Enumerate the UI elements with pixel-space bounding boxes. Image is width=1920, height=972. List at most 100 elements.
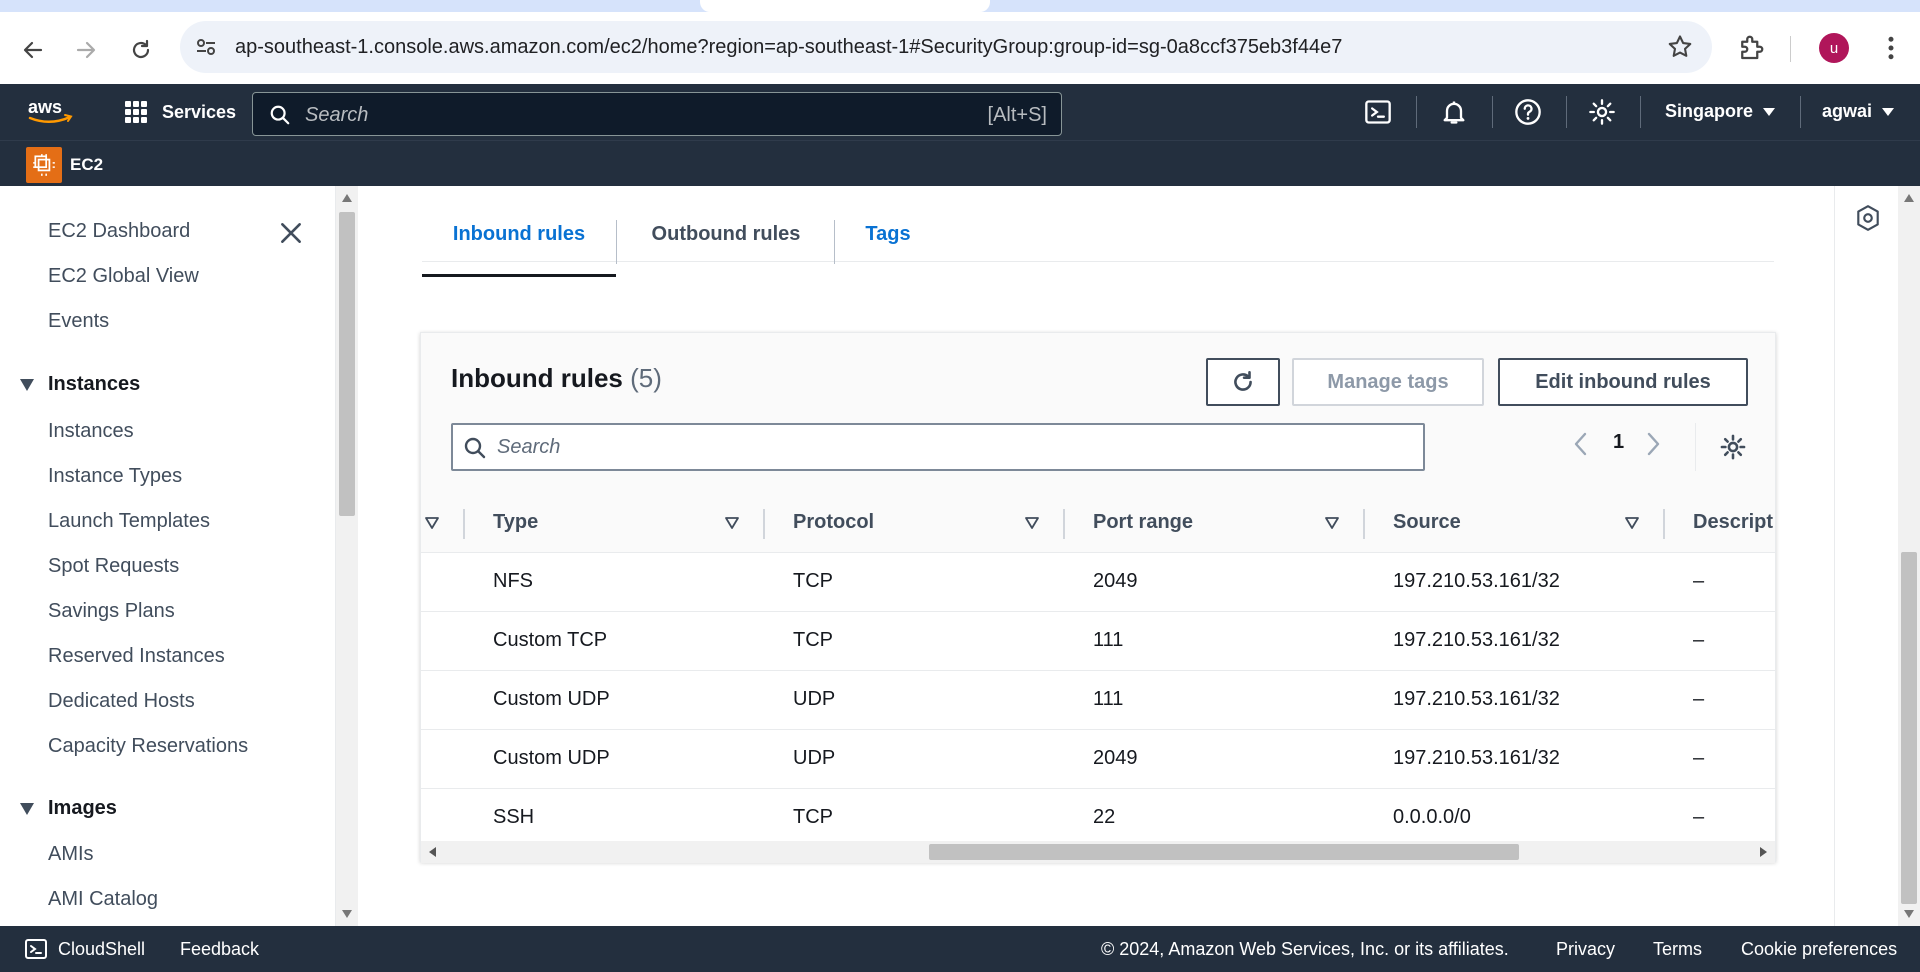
sidebar-item-instance-types[interactable]: Instance Types [48, 465, 182, 488]
sidebar-section-instances[interactable]: Instances [20, 373, 140, 396]
column-divider[interactable] [1063, 509, 1065, 539]
region-selector[interactable]: Singapore [1665, 101, 1776, 122]
column-header-description[interactable]: Descript [1693, 511, 1773, 534]
sort-icon[interactable] [424, 516, 440, 530]
extensions-icon[interactable] [1736, 33, 1766, 63]
sidebar-item-events[interactable]: Events [48, 310, 109, 333]
ec2-service-icon[interactable] [26, 147, 62, 183]
cell-protocol: UDP [793, 688, 836, 710]
sidebar-scrollbar[interactable] [336, 186, 358, 926]
column-divider[interactable] [1363, 509, 1365, 539]
privacy-link[interactable]: Privacy [1556, 939, 1615, 960]
table-row[interactable]: Custom UDP UDP 2049 197.210.53.161/32 – [421, 730, 1775, 789]
scroll-down-arrow[interactable] [342, 910, 352, 918]
scroll-down-arrow[interactable] [1904, 910, 1914, 918]
notifications-bell-icon[interactable] [1440, 98, 1468, 126]
tab-divider [834, 220, 835, 264]
cloudshell-button[interactable]: CloudShell [24, 937, 145, 961]
browser-menu-icon[interactable] [1876, 32, 1906, 64]
column-divider[interactable] [1663, 509, 1665, 539]
sort-icon[interactable] [1324, 516, 1340, 530]
site-settings-icon[interactable] [194, 35, 218, 59]
manage-tags-button[interactable]: Manage tags [1292, 358, 1484, 406]
sidebar-section-images[interactable]: Images [20, 797, 117, 820]
refresh-button[interactable] [1206, 358, 1280, 406]
sidebar-item-amis[interactable]: AMIs [48, 843, 94, 866]
sidebar-item-reserved-instances[interactable]: Reserved Instances [48, 645, 225, 668]
cookie-preferences-link[interactable]: Cookie preferences [1741, 939, 1897, 960]
scroll-up-arrow[interactable] [1904, 194, 1914, 202]
edit-inbound-rules-button[interactable]: Edit inbound rules [1498, 358, 1748, 406]
scroll-left-arrow[interactable] [429, 847, 436, 857]
rules-search-field[interactable] [451, 423, 1425, 471]
sidebar-item-launch-templates[interactable]: Launch Templates [48, 510, 210, 533]
table-row[interactable]: SSH TCP 22 0.0.0.0/0 – [421, 789, 1775, 841]
browser-active-tab[interactable] [700, 0, 990, 12]
arrow-left-icon [23, 41, 43, 59]
bookmark-star-icon[interactable] [1666, 33, 1694, 61]
sort-icon[interactable] [1024, 516, 1040, 530]
sidebar-item-dedicated-hosts[interactable]: Dedicated Hosts [48, 690, 195, 713]
column-divider[interactable] [463, 509, 465, 539]
service-bar: EC2 [0, 140, 1920, 186]
preferences-gear-icon[interactable] [1719, 433, 1747, 461]
rules-search-input[interactable] [497, 433, 1397, 461]
sidebar-item-spot-requests[interactable]: Spot Requests [48, 555, 179, 578]
info-panel-icon[interactable] [1855, 204, 1881, 232]
column-header-type[interactable]: Type [493, 511, 538, 534]
services-menu[interactable]: Services [124, 100, 236, 124]
tab-tags[interactable]: Tags [836, 206, 940, 262]
main-content: Inbound rules Outbound rules Tags Inboun… [358, 186, 1834, 926]
sort-icon[interactable] [1624, 516, 1640, 530]
sidebar-item-instances[interactable]: Instances [48, 420, 134, 443]
cell-protocol: UDP [793, 747, 836, 769]
page-scroll-thumb[interactable] [1901, 552, 1917, 904]
column-header-protocol[interactable]: Protocol [793, 511, 874, 534]
tab-inbound-rules[interactable]: Inbound rules [422, 206, 616, 262]
page-scrollbar[interactable] [1898, 186, 1920, 926]
column-divider[interactable] [763, 509, 765, 539]
sort-icon[interactable] [724, 516, 740, 530]
table-row[interactable]: Custom TCP TCP 111 197.210.53.161/32 – [421, 612, 1775, 671]
sidebar-item-ec2-dashboard[interactable]: EC2 Dashboard [48, 220, 190, 243]
scroll-up-arrow[interactable] [342, 194, 352, 202]
header-divider [1416, 96, 1417, 128]
search-shortcut: [Alt+S] [987, 104, 1047, 126]
terms-link[interactable]: Terms [1653, 939, 1702, 960]
cloudshell-icon[interactable] [1364, 98, 1392, 126]
service-name[interactable]: EC2 [70, 155, 103, 175]
table-scroll-thumb[interactable] [929, 844, 1519, 860]
close-icon[interactable] [278, 220, 304, 246]
url-text[interactable]: ap-southeast-1.console.aws.amazon.com/ec… [235, 36, 1342, 59]
feedback-link[interactable]: Feedback [180, 939, 259, 960]
sidebar-item-ami-catalog[interactable]: AMI Catalog [48, 888, 158, 911]
copyright-text: © 2024, Amazon Web Services, Inc. or its… [1101, 939, 1509, 959]
help-icon[interactable] [1514, 98, 1542, 126]
table-row[interactable]: NFS TCP 2049 197.210.53.161/32 – [421, 553, 1775, 612]
tab-outbound-rules[interactable]: Outbound rules [618, 206, 834, 262]
scroll-right-arrow[interactable] [1760, 847, 1767, 857]
back-button[interactable] [15, 32, 51, 68]
table-horizontal-scrollbar[interactable] [421, 841, 1775, 863]
sidebar-item-capacity-reservations[interactable]: Capacity Reservations [48, 735, 248, 758]
sidebar-item-savings-plans[interactable]: Savings Plans [48, 600, 175, 623]
chevron-left-icon[interactable] [1571, 429, 1591, 459]
current-page[interactable]: 1 [1613, 431, 1624, 454]
aws-logo-icon[interactable]: aws [26, 96, 74, 126]
table-row[interactable]: Custom UDP UDP 111 197.210.53.161/32 – [421, 671, 1775, 730]
settings-gear-icon[interactable] [1588, 98, 1616, 126]
search-icon [270, 105, 290, 125]
sidebar-item-ec2-global-view[interactable]: EC2 Global View [48, 265, 199, 288]
pager-divider [1695, 423, 1696, 471]
aws-search-input[interactable]: Search [Alt+S] [252, 92, 1062, 136]
profile-avatar[interactable]: u [1819, 33, 1849, 63]
reload-button[interactable] [123, 32, 159, 68]
address-bar[interactable]: ap-southeast-1.console.aws.amazon.com/ec… [180, 21, 1712, 73]
account-menu[interactable]: agwai [1822, 101, 1895, 122]
sidebar-scroll-thumb[interactable] [339, 212, 355, 516]
cell-description: – [1693, 629, 1705, 651]
column-header-source[interactable]: Source [1393, 511, 1461, 534]
chevron-right-icon[interactable] [1643, 429, 1663, 459]
column-header-port-range[interactable]: Port range [1093, 511, 1193, 534]
forward-button[interactable] [68, 32, 104, 68]
